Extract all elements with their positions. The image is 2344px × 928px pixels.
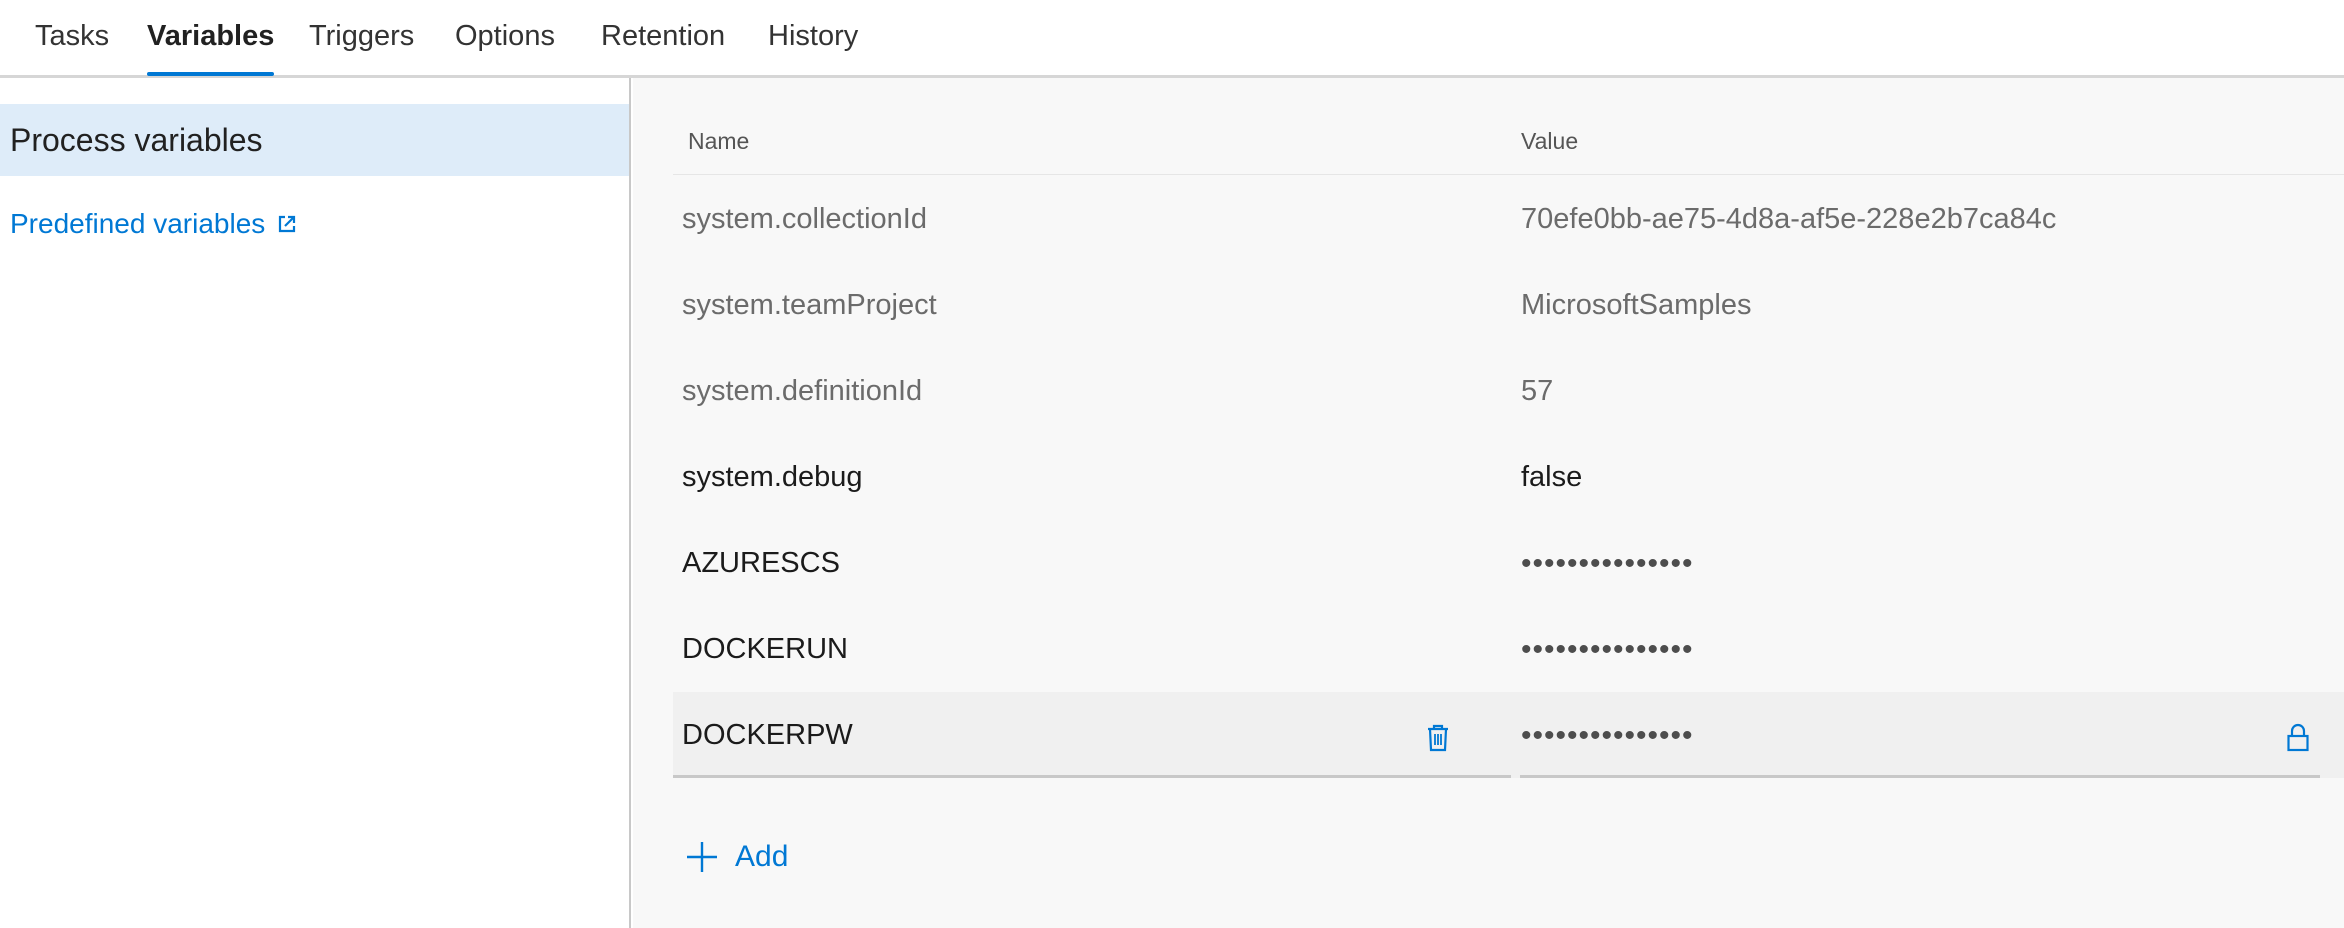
variables-sidebar: Process variables Predefined variables: [0, 78, 631, 928]
sidebar-item-process-variables[interactable]: Process variables: [0, 104, 629, 176]
variable-name: system.definitionId: [682, 375, 923, 407]
variable-value: MicrosoftSamples: [1521, 289, 1752, 321]
variable-name-field[interactable]: AZURESCS: [682, 547, 840, 580]
plus-icon: [685, 840, 719, 874]
secret-value-field[interactable]: •••••••••••••••: [1521, 633, 1694, 667]
name-input-underline: [673, 775, 1511, 778]
trash-icon[interactable]: [1423, 722, 1453, 754]
variable-row: system.debug false: [673, 434, 2344, 520]
value-input-underline: [1520, 775, 2320, 778]
tab-options[interactable]: Options: [455, 18, 555, 78]
column-header-name: Name: [688, 128, 750, 154]
variable-name-field[interactable]: DOCKERUN: [682, 633, 848, 666]
active-tab-indicator: [147, 72, 275, 76]
sidebar-item-label: Process variables: [10, 122, 263, 158]
lock-icon[interactable]: [2283, 722, 2313, 754]
header-divider: [673, 174, 2344, 175]
tab-bar: Tasks Variables Triggers Options Retenti…: [0, 0, 2344, 78]
tab-label: Triggers: [309, 20, 415, 52]
variable-name: system.teamProject: [682, 289, 937, 321]
variable-row-hovered: DOCKERPW •••••••••••••••: [673, 692, 2344, 778]
variable-name: system.collectionId: [682, 203, 927, 235]
predefined-variables-link[interactable]: Predefined variables: [10, 208, 297, 240]
tab-variables[interactable]: Variables: [147, 18, 275, 78]
variable-value-field[interactable]: false: [1521, 461, 1582, 494]
add-button-label: Add: [735, 840, 789, 873]
tab-triggers[interactable]: Triggers: [309, 18, 414, 78]
variable-value: 57: [1521, 375, 1554, 407]
variable-row: system.teamProject MicrosoftSamples: [673, 262, 2344, 348]
tab-label: Options: [455, 20, 555, 52]
tab-tasks[interactable]: Tasks: [35, 18, 109, 78]
column-header-value: Value: [1521, 128, 1579, 154]
secret-value-field[interactable]: •••••••••••••••: [1521, 719, 1694, 753]
variable-row: system.definitionId 57: [673, 348, 2344, 434]
variable-row: system.collectionId 70efe0bb-ae75-4d8a-a…: [673, 176, 2344, 262]
tab-retention[interactable]: Retention: [601, 18, 725, 78]
tab-history[interactable]: History: [768, 18, 858, 78]
tab-label: Retention: [601, 20, 726, 52]
variable-row: AZURESCS •••••••••••••••: [673, 520, 2344, 606]
variable-name-field[interactable]: system.debug: [682, 461, 863, 494]
tab-label: History: [768, 20, 859, 52]
link-label: Predefined variables: [10, 208, 266, 239]
external-link-icon: [277, 214, 297, 234]
tab-label: Variables: [147, 20, 275, 52]
tab-label: Tasks: [35, 20, 110, 52]
variables-panel: Name Value system.collectionId 70efe0bb-…: [633, 78, 2344, 928]
secret-value-field[interactable]: •••••••••••••••: [1521, 547, 1694, 581]
variable-name-field[interactable]: DOCKERPW: [682, 719, 853, 752]
variable-row: DOCKERUN •••••••••••••••: [673, 606, 2344, 692]
add-variable-button[interactable]: Add: [685, 840, 788, 874]
variable-value: 70efe0bb-ae75-4d8a-af5e-228e2b7ca84c: [1521, 203, 2057, 235]
